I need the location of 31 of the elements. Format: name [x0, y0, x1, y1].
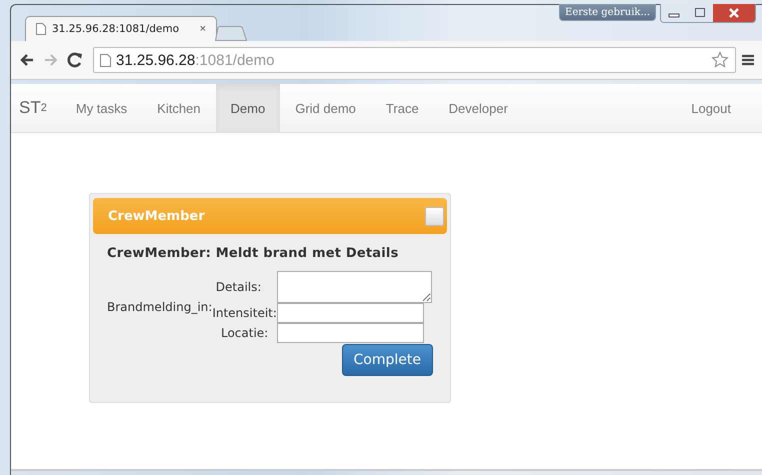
nav-link[interactable]: Trace — [370, 84, 434, 132]
close-button[interactable] — [713, 4, 755, 22]
browser-tab[interactable]: 31.25.96.28:1081/demo × — [25, 16, 217, 41]
input-field[interactable] — [276, 323, 424, 343]
profile-button[interactable]: Eerste gebruik... — [559, 4, 656, 21]
url-text: 31.25.96.28:1081/demo — [116, 52, 274, 68]
nav-link[interactable]: Grid demo — [280, 84, 371, 132]
checkbox[interactable] — [425, 206, 444, 226]
star-icon[interactable] — [711, 51, 729, 69]
text-area[interactable] — [276, 271, 432, 303]
new-tab-button[interactable] — [215, 26, 247, 41]
input-field[interactable] — [276, 303, 424, 323]
field-label: Details: — [214, 280, 262, 294]
field-label: Brandmelding_in: — [107, 300, 212, 314]
task-heading: CrewMember: Meldt brand met Details — [107, 246, 400, 261]
logout-link[interactable]: Logout — [676, 84, 746, 132]
card-title: CrewMember — [108, 208, 205, 224]
address-bar[interactable]: 31.25.96.28:1081/demo — [93, 47, 736, 73]
field-label: Locatie: — [220, 326, 270, 340]
page-icon — [100, 54, 111, 66]
nav-link[interactable]: Kitchen — [142, 84, 216, 132]
menu-icon[interactable] — [740, 52, 756, 68]
field-label: Intensiteit: — [212, 306, 277, 320]
minimize-button[interactable] — [661, 4, 687, 22]
nav-link[interactable]: My tasks — [60, 84, 142, 132]
nav-link[interactable]: Demo — [216, 84, 280, 132]
nav-link[interactable]: Developer — [434, 84, 523, 132]
reload-icon[interactable] — [65, 50, 85, 70]
complete-button[interactable]: Complete — [342, 344, 433, 376]
page-icon — [36, 23, 46, 35]
close-tab-button[interactable]: × — [200, 23, 206, 35]
